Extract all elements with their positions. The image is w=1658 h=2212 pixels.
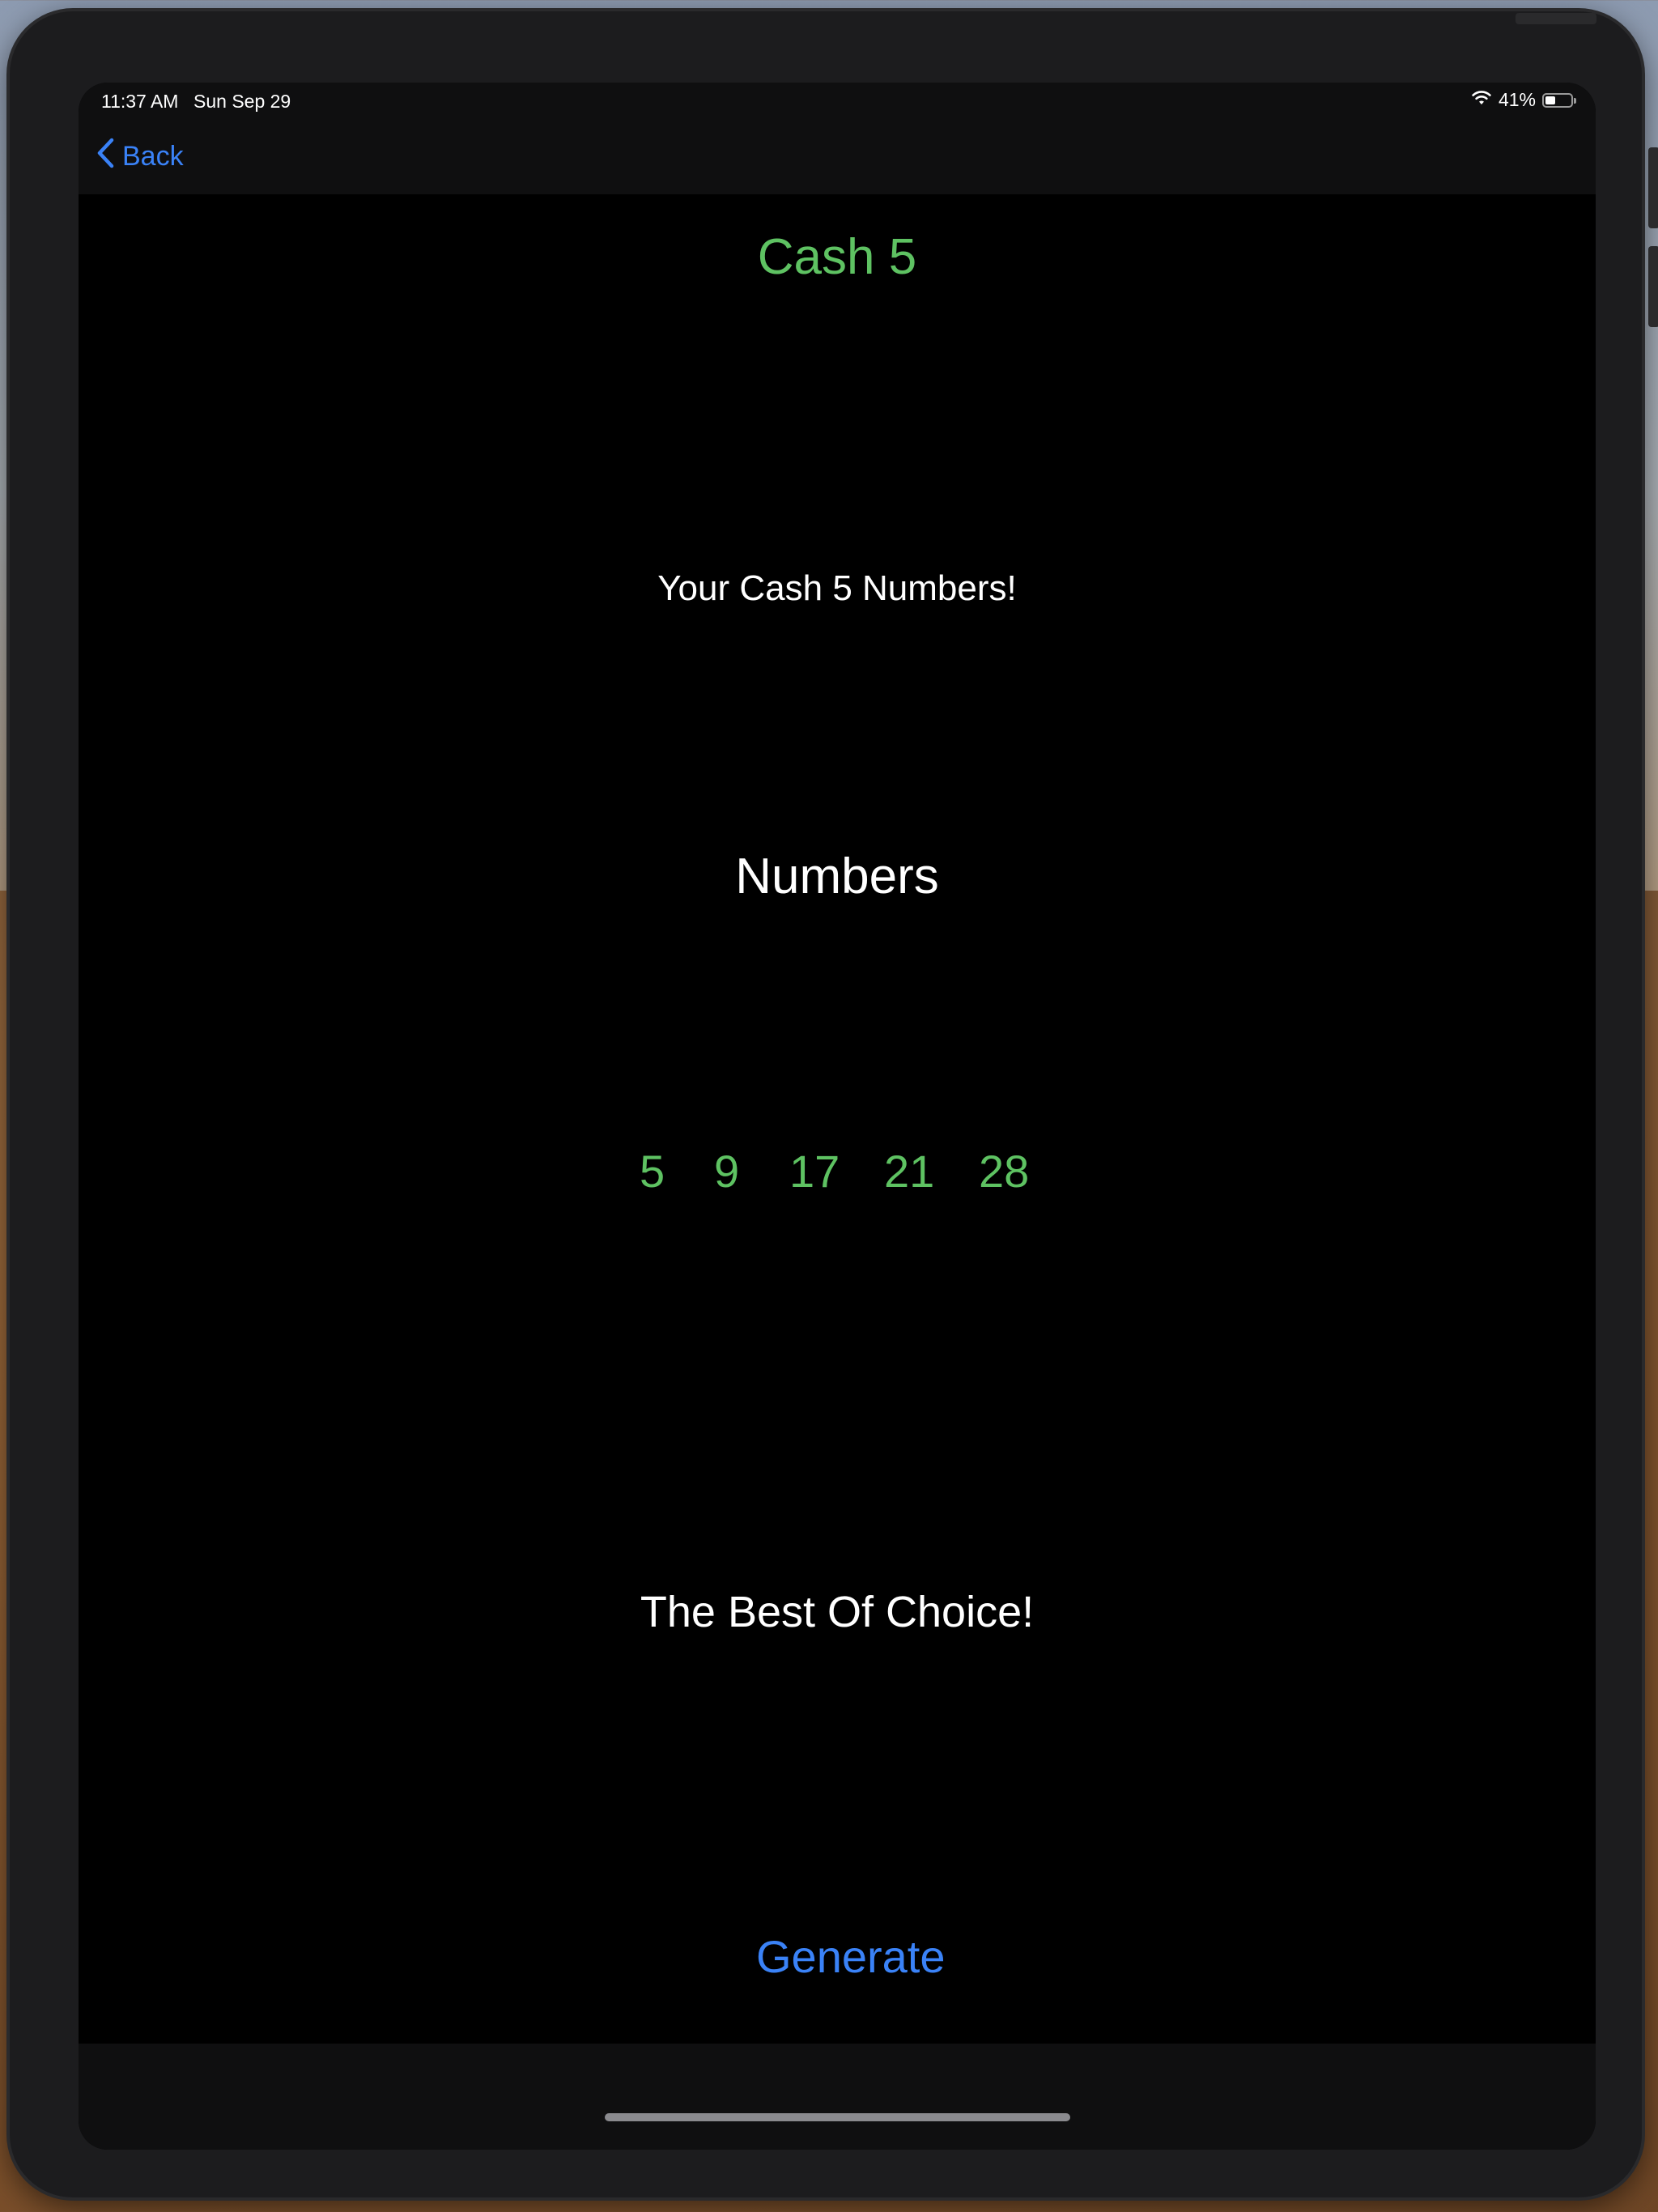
numbers-heading: Numbers xyxy=(735,849,939,904)
page-title: Cash 5 xyxy=(757,229,917,285)
status-date: Sun Sep 29 xyxy=(193,91,291,112)
lottery-number: 28 xyxy=(979,1146,1030,1197)
numbers-subtitle: Your Cash 5 Numbers! xyxy=(657,568,1017,608)
lottery-number: 17 xyxy=(789,1146,840,1197)
ipad-device-frame: 11:37 AM Sun Sep 29 41% Back Cash 5 Your… xyxy=(10,11,1658,2197)
status-indicators: 41% xyxy=(1471,89,1576,111)
generate-button[interactable]: Generate xyxy=(756,1930,946,1983)
battery-icon xyxy=(1542,92,1576,108)
volume-down-button xyxy=(1648,246,1658,327)
volume-up-button xyxy=(1648,147,1658,228)
lottery-number: 5 xyxy=(640,1146,665,1197)
battery-fill xyxy=(1545,96,1555,104)
top-hardware-button xyxy=(1516,13,1596,24)
status-bar: 11:37 AM Sun Sep 29 41% xyxy=(79,83,1596,121)
navigation-bar: Back xyxy=(79,121,1596,194)
lottery-number: 9 xyxy=(714,1146,740,1197)
tagline: The Best Of Choice! xyxy=(640,1588,1035,1636)
back-button[interactable]: Back xyxy=(96,138,184,176)
chevron-left-icon xyxy=(96,138,114,176)
battery-percentage: 41% xyxy=(1498,89,1536,110)
bottom-bar xyxy=(79,2044,1596,2150)
app-screen: 11:37 AM Sun Sep 29 41% Back Cash 5 Your… xyxy=(79,83,1596,2150)
lottery-numbers-row: 5 9 17 21 28 xyxy=(79,1145,1596,1210)
status-time: 11:37 AM xyxy=(101,91,179,112)
back-label: Back xyxy=(122,141,184,172)
home-indicator[interactable] xyxy=(605,2113,1070,2121)
lottery-number: 21 xyxy=(884,1146,935,1197)
wifi-icon xyxy=(1471,89,1492,111)
